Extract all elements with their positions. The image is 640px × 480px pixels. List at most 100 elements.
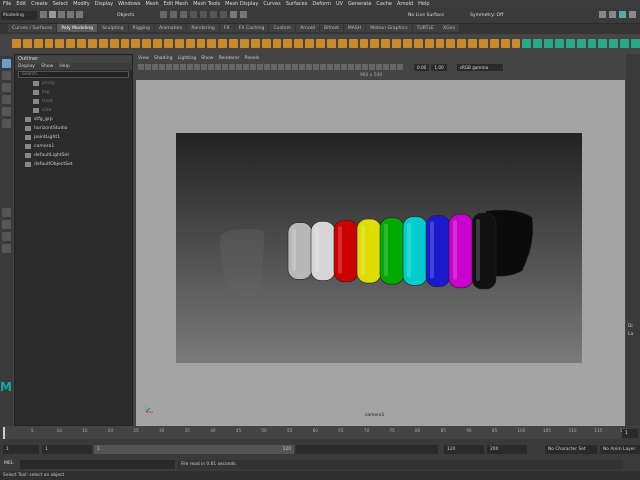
shelf-tool-icon[interactable] <box>174 38 184 48</box>
viewport-tool-icon[interactable] <box>383 64 389 70</box>
open-scene-icon[interactable] <box>49 11 56 18</box>
viewport-tool-icon[interactable] <box>278 64 284 70</box>
shelf-tool-icon[interactable] <box>359 38 369 48</box>
shelf-tool-icon[interactable] <box>120 38 130 48</box>
shelf-tool-icon[interactable] <box>207 38 217 48</box>
shelf-tool-icon[interactable] <box>88 38 97 48</box>
menu-edit-mesh[interactable]: Edit Mesh <box>164 1 188 7</box>
outliner-menu-show[interactable]: Show <box>41 64 53 69</box>
viewport-tool-icon[interactable] <box>362 64 368 70</box>
mode-dropdown[interactable]: Modeling <box>1 11 37 20</box>
shelf-tool-icon[interactable] <box>478 38 488 48</box>
menu-arnold[interactable]: Arnold <box>397 1 413 7</box>
viewport-tool-icon[interactable] <box>292 64 298 70</box>
playback-end-field[interactable]: 120 <box>444 445 484 454</box>
range-bar[interactable]: 1 120 <box>94 445 294 454</box>
shelf-tool-icon[interactable] <box>196 38 206 48</box>
shelf-tab-fx-caching[interactable]: FX Caching <box>234 24 269 32</box>
near-clip-field[interactable]: 0.00 <box>414 63 430 71</box>
layout-side-icon[interactable] <box>2 232 11 241</box>
render-icon[interactable] <box>230 11 237 18</box>
viewport-tool-icon[interactable] <box>166 64 172 70</box>
shelf-tab-curves-surfaces[interactable]: Curves / Surfaces <box>8 24 57 32</box>
menu-help[interactable]: Help <box>418 1 429 7</box>
shelf-tool-icon[interactable] <box>511 38 521 48</box>
color-ring[interactable] <box>333 219 359 283</box>
outliner-item[interactable]: side <box>15 106 132 115</box>
ghost-cup[interactable] <box>219 228 265 299</box>
shelf-tool-icon[interactable] <box>66 38 76 48</box>
shelf-tool-icon[interactable] <box>424 38 434 48</box>
command-language-label[interactable]: MEL <box>4 461 13 466</box>
menu-mesh-tools[interactable]: Mesh Tools <box>193 1 220 7</box>
menu-create[interactable]: Create <box>31 1 48 7</box>
viewport-tool-icon[interactable] <box>208 64 214 70</box>
outliner-menu-help[interactable]: Help <box>59 64 69 69</box>
select-tool-icon[interactable] <box>2 59 11 68</box>
shelf-tool-icon[interactable] <box>33 38 43 48</box>
anim-layer-dropdown[interactable]: No Anim Layer <box>600 445 640 454</box>
viewport-tool-icon[interactable] <box>320 64 326 70</box>
viewport-tool-icon[interactable] <box>222 64 228 70</box>
object-mode-icon[interactable] <box>170 11 177 18</box>
shelf-tool-icon[interactable] <box>55 38 65 48</box>
viewport-tool-icon[interactable] <box>152 64 158 70</box>
viewport-tool-icon[interactable] <box>348 64 354 70</box>
shelf-tool-icon[interactable] <box>316 38 325 48</box>
layer-tab[interactable]: La <box>628 332 633 337</box>
outliner-item[interactable]: defaultLightSet <box>15 151 132 160</box>
color-ring[interactable] <box>448 213 474 289</box>
viewport-tool-icon[interactable] <box>355 64 361 70</box>
shelf-tab-fx[interactable]: FX <box>219 24 234 32</box>
viewport-tool-icon[interactable] <box>327 64 333 70</box>
viewport-tool-icon[interactable] <box>250 64 256 70</box>
snap-view-icon[interactable] <box>220 11 227 18</box>
outliner-item[interactable]: pointLight1 <box>15 133 132 142</box>
display-layer-tab[interactable]: Di <box>628 324 633 329</box>
shelf-tool-icon[interactable] <box>533 38 543 48</box>
symmetry-dropdown[interactable]: Symmetry: Off <box>470 11 530 20</box>
viewport-tool-icon[interactable] <box>201 64 207 70</box>
attribute-editor-icon[interactable] <box>609 11 616 18</box>
far-clip-field[interactable]: 1.00 <box>431 63 447 71</box>
shelf-tool-icon[interactable] <box>348 38 358 48</box>
viewport-tool-icon[interactable] <box>369 64 375 70</box>
shelf-tool-icon[interactable] <box>142 38 152 48</box>
shelf-tool-icon[interactable] <box>370 38 380 48</box>
shelf-tool-icon[interactable] <box>305 38 315 48</box>
shelf-tool-icon[interactable] <box>489 38 499 48</box>
menu-windows[interactable]: Windows <box>118 1 140 7</box>
shelf-tool-icon[interactable] <box>402 38 412 48</box>
snap-point-icon[interactable] <box>210 11 217 18</box>
viewport-tool-icon[interactable] <box>264 64 270 70</box>
menu-generate[interactable]: Generate <box>348 1 371 7</box>
tool-settings-icon[interactable] <box>629 11 636 18</box>
menu-uv[interactable]: UV <box>336 1 343 7</box>
shelf-tool-icon[interactable] <box>435 38 445 48</box>
shelf-tool-icon[interactable] <box>468 38 477 48</box>
menu-cache[interactable]: Cache <box>376 1 392 7</box>
viewport-tool-icon[interactable] <box>180 64 186 70</box>
shelf-tool-icon[interactable] <box>240 38 249 48</box>
viewport-menu-view[interactable]: View <box>138 56 149 61</box>
viewport-tool-icon[interactable] <box>138 64 144 70</box>
viewport-tool-icon[interactable] <box>313 64 319 70</box>
shelf-tab-xgen[interactable]: XGen <box>438 24 460 32</box>
viewport-tool-icon[interactable] <box>236 64 242 70</box>
color-ring[interactable] <box>425 215 451 287</box>
shelf-tool-icon[interactable] <box>153 38 163 48</box>
outliner-item[interactable]: stfg_grp <box>15 115 132 124</box>
start-frame-field[interactable]: 1 <box>3 445 39 454</box>
viewport-tool-icon[interactable] <box>173 64 179 70</box>
shelf-tool-icon[interactable] <box>109 38 119 48</box>
shelf-tool-icon[interactable] <box>261 38 271 48</box>
layout-outliner-icon[interactable] <box>2 244 11 253</box>
menu-select[interactable]: Select <box>53 1 68 7</box>
viewport-tool-icon[interactable] <box>229 64 235 70</box>
menu-display[interactable]: Display <box>95 1 113 7</box>
viewport-tool-icon[interactable] <box>306 64 312 70</box>
viewport-tool-icon[interactable] <box>271 64 277 70</box>
color-ring[interactable] <box>471 212 497 290</box>
outliner-item[interactable]: camera1 <box>15 142 132 151</box>
shelf-tool-icon[interactable] <box>22 38 32 48</box>
